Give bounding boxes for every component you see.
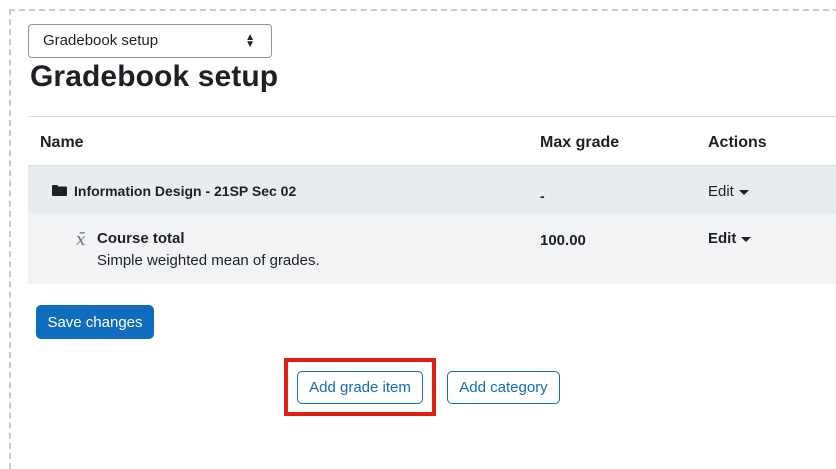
gradebook-table: Name Max grade Actions Information Desig… [28,116,836,284]
course-total-edit-label: Edit [708,230,737,247]
select-caret-icon: ▲ ▼ [245,32,255,50]
caret-down-icon [738,189,749,195]
page-title: Gradebook setup [30,60,279,93]
x-bar-mean-icon: x̄ [76,230,86,250]
category-row: Information Design - 21SP Sec 02 - Edit [28,166,836,214]
category-edit-menu[interactable]: Edit [708,183,749,200]
caret-down-icon [741,236,752,242]
course-total-description: Simple weighted mean of grades. [97,252,320,269]
add-grade-item-button[interactable]: Add grade item [297,371,423,404]
course-total-max-grade: 100.00 [540,232,586,249]
header-max-grade: Max grade [540,134,620,151]
table-header: Name Max grade Actions [28,116,836,166]
folder-icon [52,185,67,196]
save-changes-button[interactable]: Save changes [36,305,154,339]
header-actions: Actions [708,134,767,151]
category-max-grade: - [540,188,545,204]
course-total-name: Course total [97,230,185,247]
category-edit-label: Edit [708,183,734,200]
header-name: Name [40,134,84,151]
category-name: Information Design - 21SP Sec 02 [74,183,297,199]
gradebook-nav-select-value: Gradebook setup [43,32,159,49]
course-total-row: x̄ Course total Simple weighted mean of … [28,214,836,284]
gradebook-nav-select[interactable]: Gradebook setup ▲ ▼ [28,24,272,58]
add-category-button[interactable]: Add category [447,371,560,404]
course-total-edit-menu[interactable]: Edit [708,230,752,247]
